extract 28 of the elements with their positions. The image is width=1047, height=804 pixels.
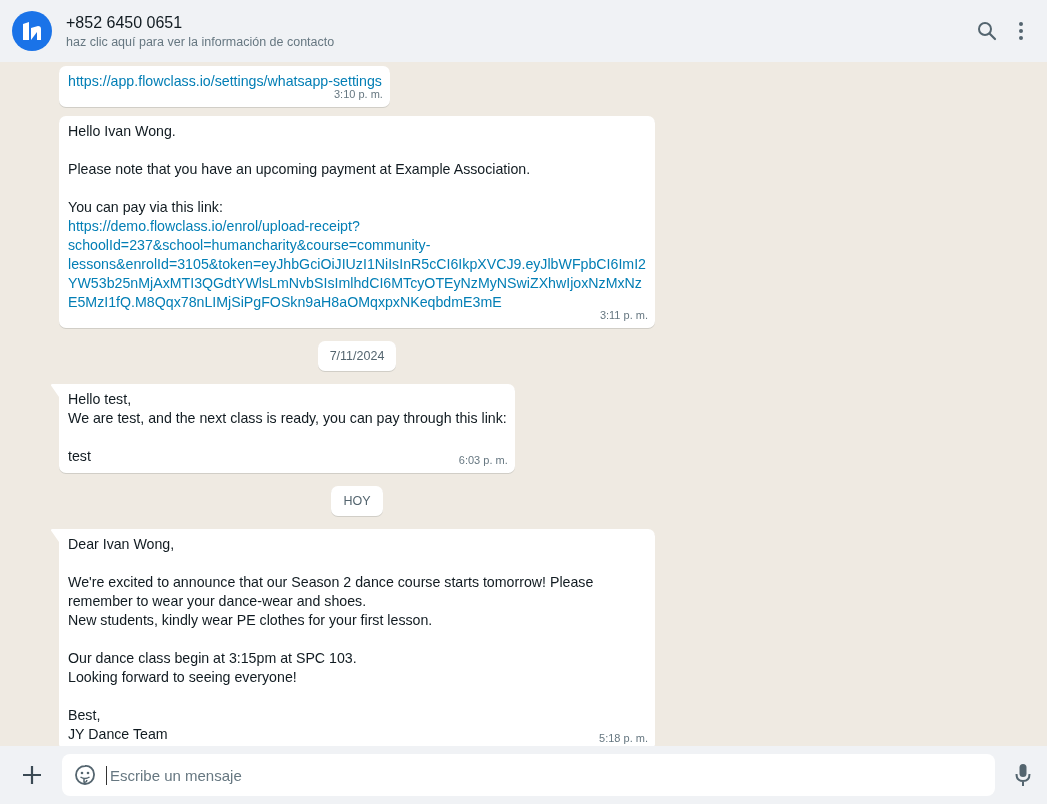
message-text: Please note that you have an upcoming payment at Example Association. bbox=[68, 161, 531, 177]
date-chip: HOY bbox=[331, 486, 383, 516]
sticker-icon[interactable] bbox=[74, 764, 96, 786]
avatar-logo-icon[interactable] bbox=[12, 11, 52, 51]
message-text: We're excited to announce that our Season 2 dance course starts tomorrow! Please remember to wear your dance-wear and shoes. bbox=[68, 574, 594, 609]
message-text: Hello Ivan Wong. bbox=[68, 123, 176, 139]
message-text: We are test, and the next class is ready, you can pay through this link: bbox=[68, 410, 507, 426]
date-chip: 7/11/2024 bbox=[317, 341, 397, 371]
message-text: test bbox=[68, 448, 91, 464]
message-composer[interactable]: Escribe un mensaje bbox=[62, 754, 995, 796]
message-text: JY Dance Team bbox=[68, 726, 168, 742]
message-text: Best, bbox=[68, 707, 101, 723]
message-text: Our dance class begin at 3:15pm at SPC 103. bbox=[68, 650, 357, 666]
message-time: 5:18 p. m. bbox=[599, 731, 648, 746]
message-link[interactable]: https://app.flowclass.io/settings/whatsapp-settings bbox=[68, 72, 382, 91]
message-text: New students, kindly wear PE clothes for your first lesson. bbox=[68, 612, 433, 628]
search-icon[interactable] bbox=[977, 21, 997, 41]
contact-number[interactable]: +852 6450 0651 bbox=[66, 13, 963, 32]
contact-info-hint[interactable]: haz clic aquí para ver la información de contacto bbox=[66, 34, 963, 49]
message-text: Dear Ivan Wong, bbox=[68, 536, 175, 552]
message-time: 3:10 p. m. bbox=[333, 88, 383, 102]
message-text: You can pay via this link: bbox=[68, 199, 223, 215]
message-text: Looking forward to seeing everyone! bbox=[68, 669, 297, 685]
message-text: Hello test, bbox=[68, 391, 132, 407]
microphone-icon[interactable] bbox=[1015, 763, 1031, 787]
menu-icon[interactable] bbox=[1019, 22, 1023, 40]
message-time: 6:03 p. m. bbox=[458, 453, 508, 468]
plus-icon[interactable] bbox=[22, 765, 42, 785]
